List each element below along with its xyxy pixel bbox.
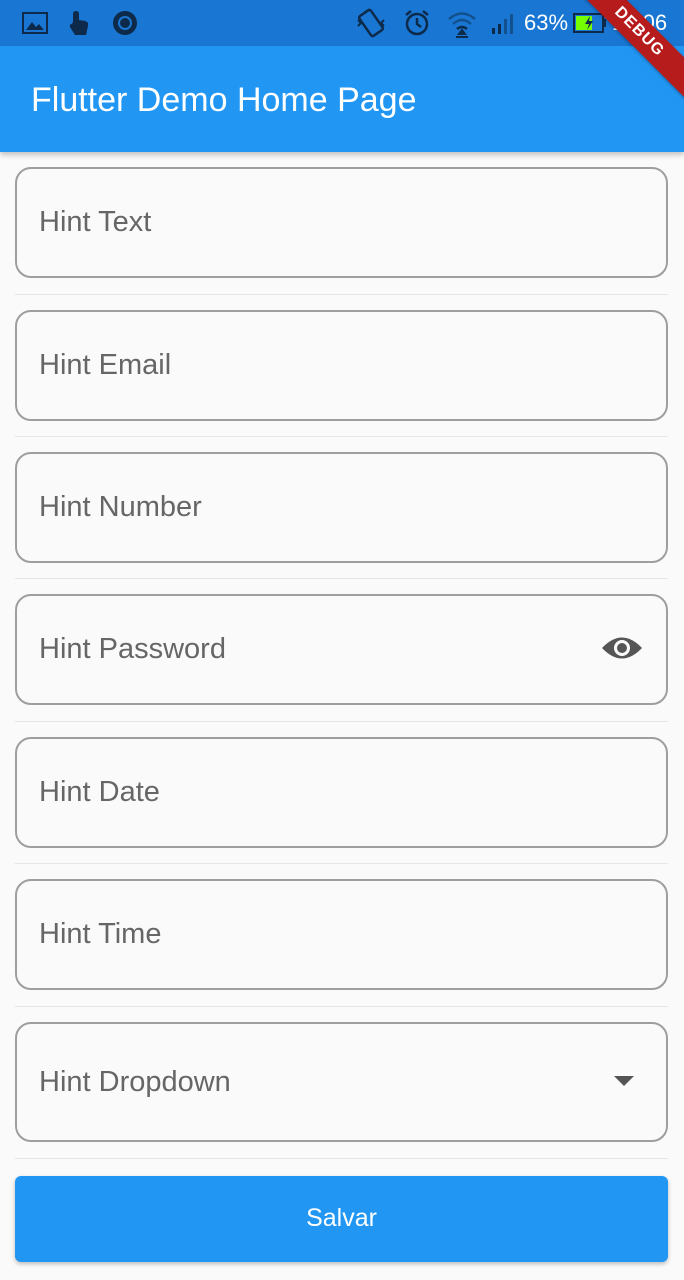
visibility-eye-icon[interactable] xyxy=(600,633,644,668)
salvar-button[interactable]: Salvar xyxy=(15,1176,668,1262)
salvar-button-label: Salvar xyxy=(306,1204,377,1232)
touch-icon xyxy=(65,8,95,43)
email-field[interactable]: Hint Email xyxy=(15,310,668,421)
divider xyxy=(15,294,668,295)
vibrate-icon xyxy=(355,8,387,43)
number-field-hint: Hint Number xyxy=(39,491,202,523)
divider xyxy=(15,721,668,722)
circle-app-icon xyxy=(111,9,139,42)
dropdown-arrow-icon[interactable] xyxy=(614,1076,634,1086)
date-field[interactable]: Hint Date xyxy=(15,737,668,848)
battery-icon xyxy=(573,13,607,38)
image-icon xyxy=(22,12,48,39)
number-field[interactable]: Hint Number xyxy=(15,452,668,563)
divider xyxy=(15,436,668,437)
battery-percent: 63% xyxy=(524,10,569,35)
wifi-icon xyxy=(447,10,477,43)
time-field[interactable]: Hint Time xyxy=(15,879,668,990)
app-bar: Flutter Demo Home Page xyxy=(0,46,684,152)
dropdown-field[interactable]: Hint Dropdown xyxy=(15,1022,668,1142)
email-field-hint: Hint Email xyxy=(39,349,172,381)
status-bar: 63% 16:06 xyxy=(0,0,684,46)
divider xyxy=(15,1158,668,1159)
divider xyxy=(15,863,668,864)
date-field-hint: Hint Date xyxy=(39,776,160,808)
dropdown-field-hint: Hint Dropdown xyxy=(39,1066,231,1098)
alarm-icon xyxy=(403,8,431,43)
signal-icon xyxy=(490,11,518,40)
page-title: Flutter Demo Home Page xyxy=(31,81,417,119)
divider xyxy=(15,578,668,579)
password-field-hint: Hint Password xyxy=(39,633,226,665)
password-field[interactable]: Hint Password xyxy=(15,594,668,705)
divider xyxy=(15,1006,668,1007)
text-field[interactable]: Hint Text xyxy=(15,167,668,278)
time-field-hint: Hint Time xyxy=(39,918,162,950)
text-field-hint: Hint Text xyxy=(39,206,152,238)
